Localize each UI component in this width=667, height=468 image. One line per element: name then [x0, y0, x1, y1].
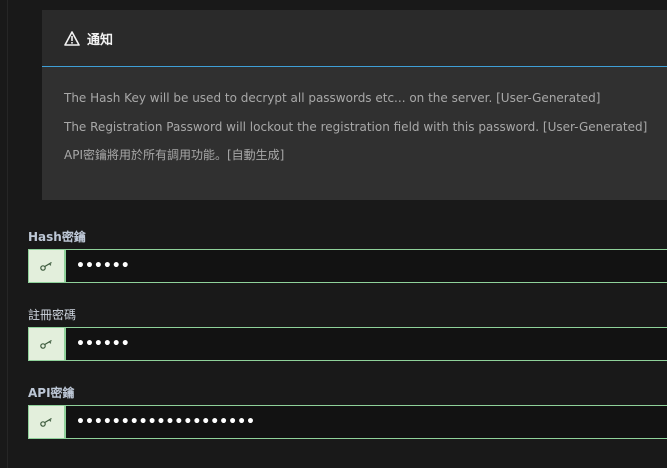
left-divider: [7, 0, 8, 468]
notice-line-registration-password: The Registration Password will lockout t…: [64, 119, 648, 134]
notice-header: 通知: [42, 10, 667, 67]
registration-password-label: 註冊密碼: [28, 308, 77, 322]
api-key-label: API密鑰: [28, 386, 75, 400]
notice-line-hash-key: The Hash Key will be used to decrypt all…: [64, 91, 601, 105]
hash-key-input[interactable]: [65, 249, 667, 283]
page: 通知 The Hash Key will be used to decrypt …: [0, 0, 667, 468]
registration-password-input[interactable]: [65, 327, 667, 361]
key-icon: [28, 327, 65, 361]
api-key-field-group: [28, 405, 667, 439]
registration-password-field-group: [28, 327, 667, 361]
key-icon: [28, 249, 65, 283]
api-key-input[interactable]: [65, 405, 667, 439]
key-icon: [28, 405, 65, 439]
hash-key-field-group: [28, 249, 667, 283]
warning-icon: [64, 30, 80, 46]
notice-line-api-key: API密鑰將用於所有調用功能。[自動生成]: [64, 148, 285, 162]
notice-body: The Hash Key will be used to decrypt all…: [42, 67, 667, 177]
notice-panel: 通知 The Hash Key will be used to decrypt …: [42, 10, 667, 200]
notice-title: 通知: [87, 32, 114, 48]
hash-key-label: Hash密鑰: [28, 230, 86, 244]
